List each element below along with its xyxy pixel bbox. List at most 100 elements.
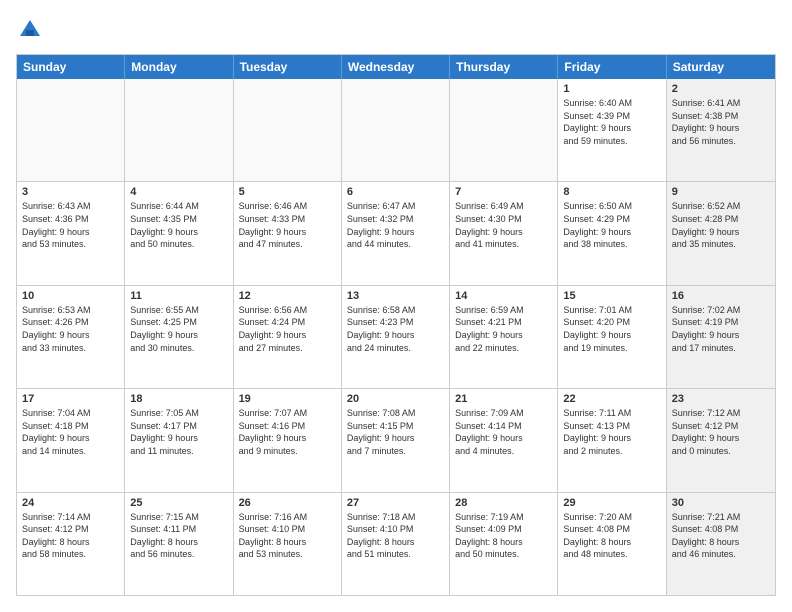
day-info: Sunrise: 6:58 AM Sunset: 4:23 PM Dayligh…	[347, 304, 444, 354]
day-info: Sunrise: 7:14 AM Sunset: 4:12 PM Dayligh…	[22, 511, 119, 561]
day-info: Sunrise: 6:56 AM Sunset: 4:24 PM Dayligh…	[239, 304, 336, 354]
calendar-header: SundayMondayTuesdayWednesdayThursdayFrid…	[17, 55, 775, 79]
calendar-cell: 13 Sunrise: 6:58 AM Sunset: 4:23 PM Dayli…	[342, 286, 450, 388]
calendar-cell: 30Sunrise: 7:21 AM Sunset: 4:08 PM Dayli…	[667, 493, 775, 595]
day-info: Sunrise: 6:47 AM Sunset: 4:32 PM Dayligh…	[347, 200, 444, 250]
day-number: 7	[455, 186, 552, 198]
day-number: 24	[22, 497, 119, 509]
day-number: 26	[239, 497, 336, 509]
page: SundayMondayTuesdayWednesdayThursdayFrid…	[0, 0, 792, 612]
day-number: 16	[672, 290, 770, 302]
day-info: Sunrise: 7:18 AM Sunset: 4:10 PM Dayligh…	[347, 511, 444, 561]
calendar-cell: 14 Sunrise: 6:59 AM Sunset: 4:21 PM Dayli…	[450, 286, 558, 388]
day-number: 25	[130, 497, 227, 509]
calendar-cell: 29 Sunrise: 7:20 AM Sunset: 4:08 PM Dayli…	[558, 493, 666, 595]
calendar-cell: 20 Sunrise: 7:08 AM Sunset: 4:15 PM Dayli…	[342, 389, 450, 491]
day-info: Sunrise: 6:46 AM Sunset: 4:33 PM Dayligh…	[239, 200, 336, 250]
calendar-row: 10Sunrise: 6:53 AM Sunset: 4:26 PM Dayli…	[17, 285, 775, 388]
day-info: Sunrise: 7:19 AM Sunset: 4:09 PM Dayligh…	[455, 511, 552, 561]
calendar-cell: 18 Sunrise: 7:05 AM Sunset: 4:17 PM Dayli…	[125, 389, 233, 491]
day-number: 1	[563, 83, 660, 95]
day-info: Sunrise: 7:15 AM Sunset: 4:11 PM Dayligh…	[130, 511, 227, 561]
calendar-cell: 10Sunrise: 6:53 AM Sunset: 4:26 PM Dayli…	[17, 286, 125, 388]
day-info: Sunrise: 7:02 AM Sunset: 4:19 PM Dayligh…	[672, 304, 770, 354]
day-number: 13	[347, 290, 444, 302]
calendar-cell: 26 Sunrise: 7:16 AM Sunset: 4:10 PM Dayli…	[234, 493, 342, 595]
day-info: Sunrise: 7:09 AM Sunset: 4:14 PM Dayligh…	[455, 407, 552, 457]
calendar-cell: 27Sunrise: 7:18 AM Sunset: 4:10 PM Dayli…	[342, 493, 450, 595]
day-number: 5	[239, 186, 336, 198]
calendar-cell: 15 Sunrise: 7:01 AM Sunset: 4:20 PM Dayli…	[558, 286, 666, 388]
calendar-cell: 19Sunrise: 7:07 AM Sunset: 4:16 PM Dayli…	[234, 389, 342, 491]
calendar-cell	[17, 79, 125, 181]
day-number: 21	[455, 393, 552, 405]
calendar-cell: 6 Sunrise: 6:47 AM Sunset: 4:32 PM Daylig…	[342, 182, 450, 284]
weekday-header: Tuesday	[234, 55, 342, 79]
day-number: 2	[672, 83, 770, 95]
calendar-cell	[125, 79, 233, 181]
day-number: 14	[455, 290, 552, 302]
logo-icon	[16, 16, 44, 44]
day-info: Sunrise: 6:49 AM Sunset: 4:30 PM Dayligh…	[455, 200, 552, 250]
calendar-row: 17 Sunrise: 7:04 AM Sunset: 4:18 PM Dayli…	[17, 388, 775, 491]
weekday-header: Monday	[125, 55, 233, 79]
calendar-cell: 1 Sunrise: 6:40 AM Sunset: 4:39 PM Daylig…	[558, 79, 666, 181]
day-number: 20	[347, 393, 444, 405]
day-info: Sunrise: 7:16 AM Sunset: 4:10 PM Dayligh…	[239, 511, 336, 561]
day-number: 3	[22, 186, 119, 198]
calendar-cell: 28 Sunrise: 7:19 AM Sunset: 4:09 PM Dayli…	[450, 493, 558, 595]
day-info: Sunrise: 7:07 AM Sunset: 4:16 PM Dayligh…	[239, 407, 336, 457]
day-info: Sunrise: 7:08 AM Sunset: 4:15 PM Dayligh…	[347, 407, 444, 457]
day-info: Sunrise: 7:11 AM Sunset: 4:13 PM Dayligh…	[563, 407, 660, 457]
calendar: SundayMondayTuesdayWednesdayThursdayFrid…	[16, 54, 776, 596]
day-number: 18	[130, 393, 227, 405]
day-number: 17	[22, 393, 119, 405]
calendar-cell: 2 Sunrise: 6:41 AM Sunset: 4:38 PM Daylig…	[667, 79, 775, 181]
logo	[16, 16, 48, 44]
day-info: Sunrise: 6:59 AM Sunset: 4:21 PM Dayligh…	[455, 304, 552, 354]
header	[16, 16, 776, 44]
calendar-cell	[450, 79, 558, 181]
day-info: Sunrise: 6:40 AM Sunset: 4:39 PM Dayligh…	[563, 97, 660, 147]
day-info: Sunrise: 7:12 AM Sunset: 4:12 PM Dayligh…	[672, 407, 770, 457]
day-number: 23	[672, 393, 770, 405]
calendar-body: 1 Sunrise: 6:40 AM Sunset: 4:39 PM Daylig…	[17, 79, 775, 595]
day-number: 4	[130, 186, 227, 198]
day-number: 11	[130, 290, 227, 302]
calendar-cell: 11 Sunrise: 6:55 AM Sunset: 4:25 PM Dayli…	[125, 286, 233, 388]
calendar-cell: 24 Sunrise: 7:14 AM Sunset: 4:12 PM Dayli…	[17, 493, 125, 595]
calendar-cell: 12 Sunrise: 6:56 AM Sunset: 4:24 PM Dayli…	[234, 286, 342, 388]
day-info: Sunrise: 6:44 AM Sunset: 4:35 PM Dayligh…	[130, 200, 227, 250]
calendar-cell	[342, 79, 450, 181]
day-number: 29	[563, 497, 660, 509]
calendar-row: 1 Sunrise: 6:40 AM Sunset: 4:39 PM Daylig…	[17, 79, 775, 181]
day-info: Sunrise: 6:41 AM Sunset: 4:38 PM Dayligh…	[672, 97, 770, 147]
weekday-header: Saturday	[667, 55, 775, 79]
calendar-row: 3 Sunrise: 6:43 AM Sunset: 4:36 PM Daylig…	[17, 181, 775, 284]
day-number: 12	[239, 290, 336, 302]
day-info: Sunrise: 6:43 AM Sunset: 4:36 PM Dayligh…	[22, 200, 119, 250]
weekday-header: Friday	[558, 55, 666, 79]
day-info: Sunrise: 7:01 AM Sunset: 4:20 PM Dayligh…	[563, 304, 660, 354]
calendar-cell: 3 Sunrise: 6:43 AM Sunset: 4:36 PM Daylig…	[17, 182, 125, 284]
day-number: 30	[672, 497, 770, 509]
calendar-cell: 23 Sunrise: 7:12 AM Sunset: 4:12 PM Dayli…	[667, 389, 775, 491]
day-info: Sunrise: 7:04 AM Sunset: 4:18 PM Dayligh…	[22, 407, 119, 457]
day-number: 22	[563, 393, 660, 405]
calendar-cell	[234, 79, 342, 181]
day-number: 28	[455, 497, 552, 509]
day-number: 15	[563, 290, 660, 302]
day-number: 6	[347, 186, 444, 198]
day-info: Sunrise: 7:05 AM Sunset: 4:17 PM Dayligh…	[130, 407, 227, 457]
weekday-header: Thursday	[450, 55, 558, 79]
day-info: Sunrise: 7:20 AM Sunset: 4:08 PM Dayligh…	[563, 511, 660, 561]
weekday-header: Sunday	[17, 55, 125, 79]
day-info: Sunrise: 6:55 AM Sunset: 4:25 PM Dayligh…	[130, 304, 227, 354]
calendar-cell: 16 Sunrise: 7:02 AM Sunset: 4:19 PM Dayli…	[667, 286, 775, 388]
weekday-header: Wednesday	[342, 55, 450, 79]
calendar-cell: 8Sunrise: 6:50 AM Sunset: 4:29 PM Daylig…	[558, 182, 666, 284]
calendar-row: 24 Sunrise: 7:14 AM Sunset: 4:12 PM Dayli…	[17, 492, 775, 595]
day-info: Sunrise: 6:53 AM Sunset: 4:26 PM Dayligh…	[22, 304, 119, 354]
day-info: Sunrise: 6:52 AM Sunset: 4:28 PM Dayligh…	[672, 200, 770, 250]
calendar-cell: 17 Sunrise: 7:04 AM Sunset: 4:18 PM Dayli…	[17, 389, 125, 491]
